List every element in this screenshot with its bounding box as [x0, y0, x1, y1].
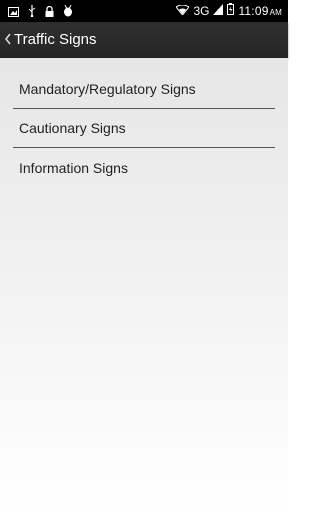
signal-icon [213, 3, 224, 18]
usb-icon [28, 4, 36, 22]
page-title: Traffic Signs [14, 31, 97, 48]
clock: 11:09AM [238, 4, 282, 18]
status-bar: 3G 11:09AM [0, 0, 288, 22]
notification-icons [8, 4, 73, 22]
clock-time: 11:09 [238, 3, 269, 18]
wifi-icon [175, 4, 191, 18]
chevron-left-icon[interactable] [3, 31, 13, 47]
list-item-information-signs[interactable]: Information Signs [13, 148, 275, 187]
lock-icon [45, 4, 54, 22]
battery-icon [227, 3, 235, 18]
signs-category-list: Mandatory/Regulatory Signs Cautionary Si… [13, 70, 275, 187]
main-content: Mandatory/Regulatory Signs Cautionary Si… [0, 58, 288, 512]
gallery-icon [8, 4, 19, 22]
network-type: 3G [193, 3, 210, 18]
app-bar: Traffic Signs [0, 22, 288, 58]
system-indicators: 3G 11:09AM [175, 3, 282, 18]
list-item-mandatory-regulatory-signs[interactable]: Mandatory/Regulatory Signs [13, 70, 275, 109]
list-item-cautionary-signs[interactable]: Cautionary Signs [13, 109, 275, 148]
clock-ampm: AM [269, 7, 282, 17]
android-debug-icon [63, 4, 73, 22]
